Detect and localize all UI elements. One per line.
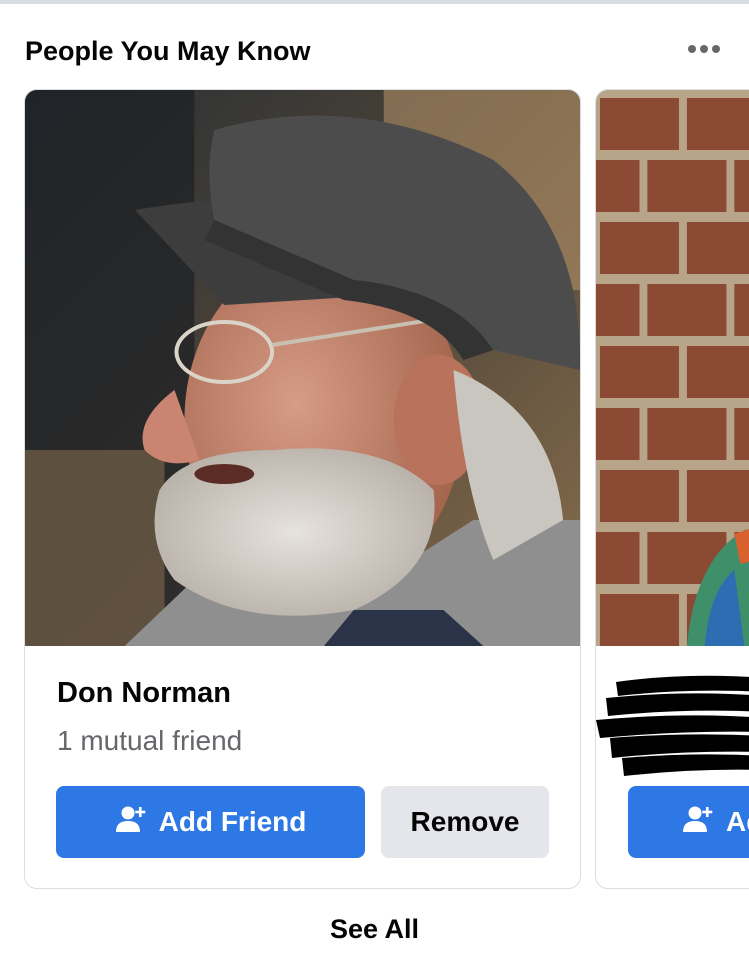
profile-photo-image <box>25 90 580 646</box>
more-options-button[interactable] <box>684 38 724 60</box>
add-friend-button[interactable]: Add Friend <box>56 786 365 858</box>
mutual-friends-count[interactable]: 1 mutual friend <box>57 725 242 757</box>
profile-photo-image <box>596 90 749 646</box>
suggestion-card: Ad <box>595 89 749 889</box>
profile-photo[interactable] <box>25 90 580 646</box>
remove-button[interactable]: Remove <box>381 786 549 858</box>
person-name[interactable]: Don Norman <box>57 677 231 710</box>
redacted-name <box>596 672 749 782</box>
add-friend-label: Ad <box>726 806 749 837</box>
profile-photo[interactable] <box>596 90 749 646</box>
suggestion-card: Don Norman 1 mutual friend Add Friend Re… <box>24 89 581 889</box>
add-friend-label: Add Friend <box>158 806 307 837</box>
add-friend-button[interactable]: Ad <box>628 786 749 858</box>
add-friend-icon <box>682 803 714 842</box>
more-horizontal-icon <box>688 45 696 53</box>
see-all-button[interactable]: See All <box>0 914 749 945</box>
top-divider <box>0 0 749 4</box>
section-title: People You May Know <box>25 36 311 66</box>
more-dot <box>712 45 720 53</box>
more-dot <box>700 45 708 53</box>
add-friend-icon <box>115 803 147 842</box>
